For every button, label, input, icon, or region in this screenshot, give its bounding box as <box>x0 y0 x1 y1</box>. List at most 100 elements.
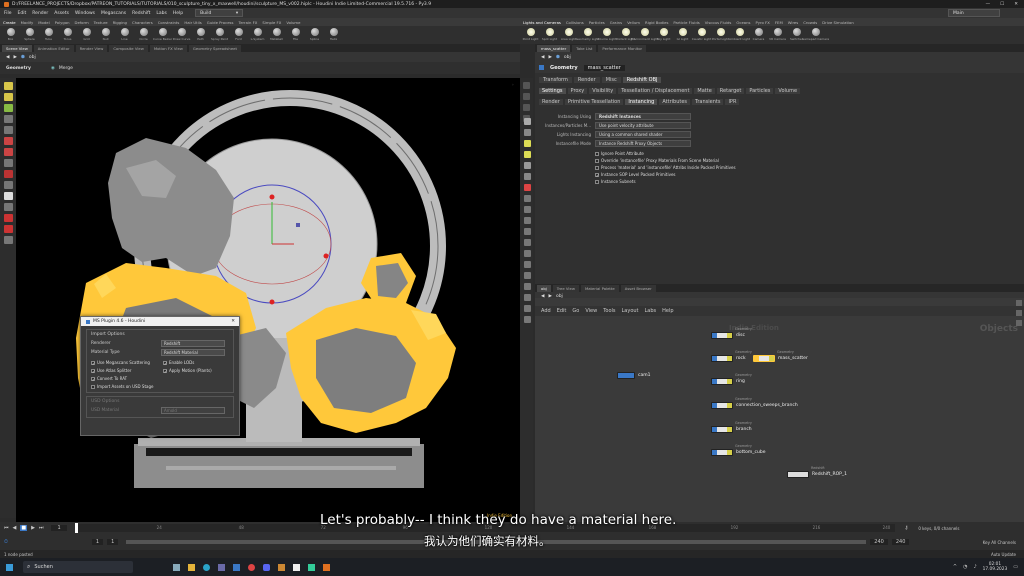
gi-light-tool[interactable]: GI Light <box>676 28 689 41</box>
menu-help[interactable]: Help <box>662 308 673 314</box>
light-bulb-icon[interactable] <box>523 140 531 147</box>
node-rock[interactable]: Geometry rock <box>711 350 752 362</box>
menu-labs[interactable]: Labs <box>645 308 657 314</box>
instancefile-mode-select[interactable]: Instance Redshift Proxy Objects <box>595 140 691 147</box>
tab-visibility[interactable]: Visibility <box>589 87 617 94</box>
tab-misc[interactable]: Misc <box>601 76 621 83</box>
handle-icon[interactable] <box>3 126 13 134</box>
app-icon[interactable] <box>278 563 285 571</box>
display-icon[interactable] <box>523 283 531 290</box>
display-option-icon[interactable] <box>523 93 530 100</box>
rotate-icon[interactable] <box>3 104 13 112</box>
geometry-light-tool[interactable]: Geometry Light <box>576 28 599 41</box>
node-branch[interactable]: Geometry branch <box>711 421 752 433</box>
shelf-tab[interactable]: Crowds <box>803 20 817 25</box>
environment-light-tool[interactable]: Environment Light <box>631 28 658 41</box>
display-icon[interactable] <box>523 294 531 301</box>
display-icon[interactable] <box>523 305 531 312</box>
shelf-tab[interactable]: Volume <box>286 20 300 25</box>
menu-render[interactable]: Render <box>32 11 48 16</box>
shelf-tab[interactable]: Rigging <box>113 20 127 25</box>
shelf-tab[interactable]: Characters <box>132 20 153 25</box>
display-icon[interactable] <box>523 316 531 323</box>
shelf-tab[interactable]: Drive Simulation <box>822 20 854 25</box>
shelf-tab[interactable]: Viscous Fluids <box>705 20 732 25</box>
dialog-titlebar[interactable]: MS Plugin 4.6 - Houdini ✕ <box>81 317 239 326</box>
tab-obj[interactable]: obj <box>537 284 551 292</box>
path-obj[interactable]: obj <box>29 55 36 60</box>
tab-render[interactable]: Render <box>573 76 600 83</box>
tab-transients[interactable]: Transients <box>692 98 724 105</box>
shelf-tab[interactable]: Particle Fluids <box>673 20 699 25</box>
shelf-tab[interactable]: Hair Utils <box>184 20 201 25</box>
view-mode[interactable]: Merge <box>59 66 73 71</box>
area-light-tool[interactable]: Area Light <box>561 28 576 41</box>
node-mass-scatter[interactable]: Geometry mass_scatter <box>753 350 808 362</box>
menu-assets[interactable]: Assets <box>54 11 69 16</box>
mask-icon[interactable] <box>3 203 13 211</box>
pivot-square[interactable] <box>296 223 300 227</box>
spot-light-tool[interactable]: Spot Light <box>542 28 557 41</box>
notifications-icon[interactable]: ▭ <box>1013 564 1018 570</box>
node-bottom-cube[interactable]: Geometry bottom_cube <box>711 444 765 456</box>
font-tool[interactable]: Font <box>232 28 245 41</box>
display-icon[interactable] <box>523 228 531 235</box>
close-icon[interactable]: ✕ <box>1014 2 1018 7</box>
network-icon[interactable]: ◔ <box>963 564 967 570</box>
node-redshift-rop[interactable]: Redshift Redshift_ROP_1 <box>787 466 847 478</box>
shelf-tab[interactable]: Model <box>38 20 49 25</box>
display-icon[interactable] <box>523 239 531 246</box>
renderer-select[interactable]: Redshift <box>161 340 225 347</box>
back-icon[interactable]: ◀ <box>541 55 544 60</box>
instances-particles-select[interactable]: Use point velocity attribute <box>595 122 691 129</box>
shelf-tab[interactable]: Oceans <box>736 20 750 25</box>
key-icon[interactable]: ⚷ <box>905 525 909 531</box>
tab-animation-editor[interactable]: Animation Editor <box>33 44 74 52</box>
chrome-icon[interactable] <box>248 563 255 571</box>
shelf-tab[interactable]: Guide Process <box>207 20 234 25</box>
helix-tool[interactable]: Helix <box>327 28 340 41</box>
point-light-tool[interactable]: Point Light <box>523 28 538 41</box>
gamepad-camera-tool[interactable]: Gamepad Camera <box>802 28 829 41</box>
mail-icon[interactable] <box>233 563 240 571</box>
current-frame-marker[interactable] <box>74 523 78 533</box>
tab-take-list[interactable]: Take List <box>572 44 597 52</box>
instance-sop-packed-checkbox[interactable]: ✓ Instance SOP Level Packed Primitives <box>595 171 1024 178</box>
tab-volume[interactable]: Volume <box>775 87 801 94</box>
tray-up-icon[interactable]: ^ <box>953 564 957 570</box>
tab-scene-view[interactable]: Scene View <box>2 44 32 52</box>
display-icon[interactable] <box>3 236 13 244</box>
line-tool[interactable]: Line <box>118 28 131 41</box>
null-tool[interactable]: Null <box>99 28 112 41</box>
torus-tool[interactable]: Torus <box>61 28 74 41</box>
tab-transform[interactable]: Transform <box>539 76 572 83</box>
render-region-icon[interactable] <box>3 159 13 167</box>
camera-view-icon[interactable] <box>3 170 13 178</box>
ghost-icon[interactable] <box>3 214 13 222</box>
tab-asset-browser[interactable]: Asset Browser <box>620 284 656 292</box>
grid-icon[interactable] <box>523 173 531 180</box>
first-frame-icon[interactable]: ⏮ <box>4 525 9 531</box>
desktop-select[interactable]: Build ▾ <box>195 9 244 17</box>
display-option-icon[interactable] <box>523 82 530 89</box>
node-ring[interactable]: Geometry ring <box>711 373 752 385</box>
curve-bezier-tool[interactable]: Curve Bezier <box>153 28 172 41</box>
tab-tessellation[interactable]: Tessellation / Displacement <box>618 87 693 94</box>
houdini-taskbar-icon[interactable] <box>323 563 330 571</box>
shelf-tab[interactable]: Deform <box>75 20 89 25</box>
tab-attributes[interactable]: Attributes <box>659 98 691 105</box>
magnet-icon[interactable] <box>3 225 13 233</box>
shelf-tab[interactable]: Rigid Bodies <box>645 20 668 25</box>
volume-icon[interactable]: ♪ <box>973 564 976 570</box>
display-icon[interactable] <box>523 272 531 279</box>
display-icon[interactable] <box>523 195 531 202</box>
tool-icon[interactable] <box>1016 300 1022 306</box>
menu-add[interactable]: Add <box>541 308 551 314</box>
tab-motion-fx-view[interactable]: Motion FX View <box>149 44 187 52</box>
edge-icon[interactable] <box>203 563 210 571</box>
stop-icon[interactable]: ■ <box>20 525 28 531</box>
import-assets-usd-checkbox[interactable]: Import Assets on USD Stage <box>91 383 233 390</box>
portal-light-tool[interactable]: Portal Light <box>712 28 729 41</box>
shelf-tab[interactable]: Constraints <box>158 20 180 25</box>
display-icon[interactable] <box>523 206 531 213</box>
